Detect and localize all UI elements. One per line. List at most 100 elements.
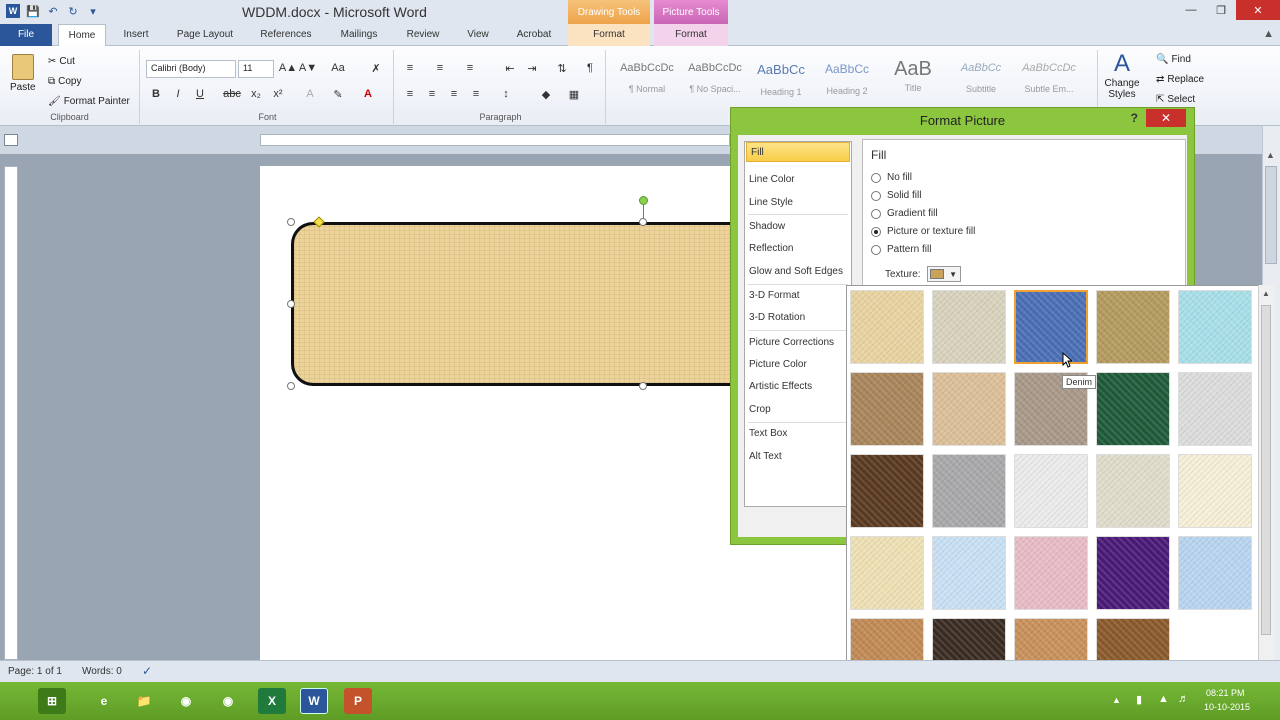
close-icon[interactable]: ✕ bbox=[1236, 0, 1280, 20]
word-count[interactable]: Words: 0 bbox=[82, 666, 122, 677]
tab-picture-format[interactable]: Format bbox=[654, 24, 728, 46]
tab-page-layout[interactable]: Page Layout bbox=[166, 24, 244, 46]
category-artistic-effects[interactable]: Artistic Effects bbox=[749, 381, 812, 392]
horizontal-ruler[interactable] bbox=[260, 134, 730, 146]
solid-fill-radio[interactable]: Solid fill bbox=[871, 190, 921, 201]
category-reflection[interactable]: Reflection bbox=[749, 243, 793, 254]
proofing-icon[interactable]: ✓ bbox=[142, 664, 152, 678]
highlight-icon[interactable]: ✎ bbox=[328, 88, 348, 101]
texture-tile-fish-fossil[interactable] bbox=[932, 372, 1006, 446]
picture-texture-fill-radio[interactable]: Picture or texture fill bbox=[871, 226, 975, 237]
sort-icon[interactable]: ⇅ bbox=[552, 62, 572, 75]
ribbon-minimize-icon[interactable]: ▲ bbox=[1263, 28, 1274, 40]
change-styles-button[interactable]: A Change Styles bbox=[1102, 50, 1142, 100]
format-painter-button[interactable]: 🖌 Format Painter bbox=[48, 96, 130, 107]
volume-icon[interactable]: ♬ bbox=[1178, 693, 1189, 705]
font-name-dropdown[interactable]: Calibri (Body) bbox=[146, 60, 236, 78]
texture-tile-pink-tissue-paper[interactable] bbox=[1014, 536, 1088, 610]
underline-icon[interactable]: U bbox=[190, 88, 210, 100]
pattern-fill-radio[interactable]: Pattern fill bbox=[871, 244, 931, 255]
customize-icon[interactable]: ▾ bbox=[86, 4, 100, 18]
italic-icon[interactable]: I bbox=[168, 88, 188, 100]
tab-drawing-format[interactable]: Format bbox=[568, 24, 650, 46]
texture-tile-purple-mesh[interactable] bbox=[1096, 536, 1170, 610]
scrollbar-thumb[interactable] bbox=[1261, 305, 1271, 635]
scrollbar-thumb[interactable] bbox=[1265, 166, 1277, 264]
minimize-icon[interactable]: — bbox=[1176, 0, 1206, 20]
align-right-icon[interactable]: ≡ bbox=[444, 88, 464, 100]
redo-icon[interactable]: ↻ bbox=[66, 4, 80, 18]
powerpoint-icon[interactable]: P bbox=[344, 688, 372, 714]
texture-tile-granite[interactable] bbox=[932, 454, 1006, 528]
category-line-style[interactable]: Line Style bbox=[749, 197, 793, 208]
undo-icon[interactable]: ↶ bbox=[46, 4, 60, 18]
category-shadow[interactable]: Shadow bbox=[749, 221, 785, 232]
shading-icon[interactable]: ◆ bbox=[536, 88, 556, 101]
borders-icon[interactable]: ▦ bbox=[564, 88, 584, 101]
tab-file[interactable]: File bbox=[0, 24, 52, 46]
tab-insert[interactable]: Insert bbox=[112, 24, 160, 46]
texture-tile-papyrus[interactable] bbox=[850, 290, 924, 364]
clear-format-icon[interactable]: ✗ bbox=[366, 62, 386, 75]
explorer-icon[interactable]: 📁 bbox=[130, 688, 158, 714]
start-icon[interactable]: ⊞ bbox=[38, 688, 66, 714]
font-color-icon[interactable]: A bbox=[358, 88, 378, 100]
style-subtitle[interactable]: AaBbCc Subtitle bbox=[948, 58, 1014, 110]
category-text-box[interactable]: Text Box bbox=[749, 428, 787, 439]
resize-handle-s[interactable] bbox=[639, 382, 647, 390]
dialog-close-icon[interactable]: ✕ bbox=[1146, 109, 1186, 127]
change-case-icon[interactable]: Aa bbox=[328, 62, 348, 74]
category-fill[interactable]: Fill bbox=[746, 142, 850, 162]
firefox-icon[interactable]: ◉ bbox=[214, 688, 242, 714]
resize-handle-w[interactable] bbox=[287, 300, 295, 308]
style-subtle-emphasis[interactable]: AaBbCcDc Subtle Em... bbox=[1016, 58, 1082, 110]
save-icon[interactable]: 💾 bbox=[26, 4, 40, 18]
category-3d-rotation[interactable]: 3-D Rotation bbox=[749, 312, 805, 323]
grow-font-icon[interactable]: A▲ bbox=[278, 62, 298, 74]
find-button[interactable]: 🔍 Find bbox=[1156, 54, 1191, 65]
texture-tile-canvas[interactable] bbox=[932, 290, 1006, 364]
resize-handle-n[interactable] bbox=[639, 218, 647, 226]
copy-button[interactable]: ⧉ Copy bbox=[48, 76, 82, 87]
texture-tile-bouquet[interactable] bbox=[1178, 536, 1252, 610]
category-crop[interactable]: Crop bbox=[749, 404, 771, 415]
tab-mailings[interactable]: Mailings bbox=[328, 24, 390, 46]
align-center-icon[interactable]: ≡ bbox=[422, 88, 442, 100]
rotation-handle[interactable] bbox=[639, 196, 648, 205]
style-no-spacing[interactable]: AaBbCcDc ¶ No Spaci... bbox=[682, 58, 748, 110]
increase-indent-icon[interactable]: ⇥ bbox=[522, 62, 542, 75]
restore-icon[interactable]: ❐ bbox=[1206, 0, 1236, 20]
texture-tile-parchment[interactable] bbox=[1178, 454, 1252, 528]
clock-time[interactable]: 08:21 PM bbox=[1206, 688, 1245, 698]
style-heading-1[interactable]: AaBbCc Heading 1 bbox=[748, 58, 814, 110]
gradient-fill-radio[interactable]: Gradient fill bbox=[871, 208, 938, 219]
tab-references[interactable]: References bbox=[250, 24, 322, 46]
texture-tile-newsprint[interactable] bbox=[1014, 454, 1088, 528]
resize-handle-sw[interactable] bbox=[287, 382, 295, 390]
texture-tile-blue-tissue-paper[interactable] bbox=[932, 536, 1006, 610]
tab-review[interactable]: Review bbox=[396, 24, 450, 46]
line-spacing-icon[interactable]: ↕ bbox=[496, 88, 516, 100]
style-title[interactable]: AaB Title bbox=[880, 58, 946, 110]
tab-acrobat[interactable]: Acrobat bbox=[506, 24, 562, 46]
justify-icon[interactable]: ≡ bbox=[466, 88, 486, 100]
texture-tile-brown-marble[interactable] bbox=[850, 454, 924, 528]
align-left-icon[interactable]: ≡ bbox=[400, 88, 420, 100]
word-icon[interactable]: W bbox=[300, 688, 328, 714]
texture-tile-denim[interactable] bbox=[1013, 289, 1089, 365]
pilcrow-icon[interactable]: ¶ bbox=[580, 62, 600, 74]
ie-icon[interactable]: e bbox=[90, 688, 118, 714]
page-count[interactable]: Page: 1 of 1 bbox=[8, 666, 62, 677]
category-3d-format[interactable]: 3-D Format bbox=[749, 290, 800, 301]
strikethrough-icon[interactable]: abc bbox=[222, 88, 242, 100]
tab-view[interactable]: View bbox=[456, 24, 500, 46]
scroll-up-icon[interactable]: ▲ bbox=[1266, 150, 1275, 160]
multilevel-list-icon[interactable]: ≡ bbox=[460, 62, 480, 74]
texture-tile-stationery[interactable] bbox=[850, 536, 924, 610]
resize-handle-nw[interactable] bbox=[287, 218, 295, 226]
category-line-color[interactable]: Line Color bbox=[749, 174, 795, 185]
category-glow[interactable]: Glow and Soft Edges bbox=[749, 266, 843, 277]
texture-tile-woven-mat[interactable] bbox=[1096, 290, 1170, 364]
textured-shape[interactable] bbox=[291, 222, 751, 386]
category-alt-text[interactable]: Alt Text bbox=[749, 451, 782, 462]
